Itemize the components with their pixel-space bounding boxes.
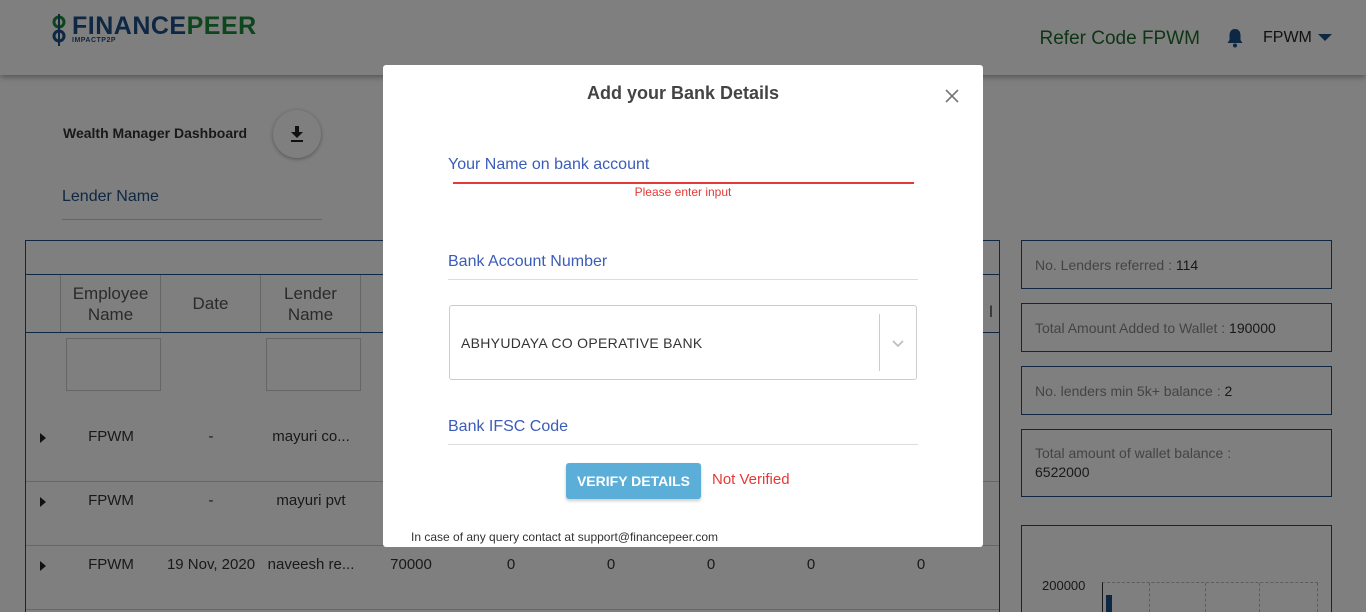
bank-details-modal: Add your Bank Details Your Name on bank …	[383, 65, 983, 547]
account-name-error: Please enter input	[634, 185, 732, 199]
close-icon[interactable]	[943, 87, 961, 105]
ifsc-code-underline	[448, 444, 918, 445]
account-name-label: Your Name on bank account	[448, 156, 650, 173]
account-name-field[interactable]: Your Name on bank account	[448, 156, 918, 184]
verification-status: Not Verified	[712, 471, 790, 488]
ifsc-code-field[interactable]: Bank IFSC Code	[448, 418, 918, 445]
bank-name-select[interactable]: ABHYUDAYA CO OPERATIVE BANK	[449, 305, 917, 380]
verify-details-button[interactable]: VERIFY DETAILS	[566, 463, 701, 499]
account-name-underline	[453, 182, 914, 184]
account-number-field[interactable]: Bank Account Number	[448, 253, 918, 280]
modal-title: Add your Bank Details	[586, 83, 780, 103]
support-contact-text: In case of any query contact at support@…	[411, 530, 719, 544]
bank-name-selected: ABHYUDAYA CO OPERATIVE BANK	[461, 335, 703, 351]
account-number-label: Bank Account Number	[448, 253, 608, 270]
select-separator	[879, 314, 880, 371]
account-number-underline	[448, 279, 918, 280]
chevron-down-icon[interactable]	[891, 337, 905, 349]
ifsc-code-label: Bank IFSC Code	[448, 418, 569, 435]
